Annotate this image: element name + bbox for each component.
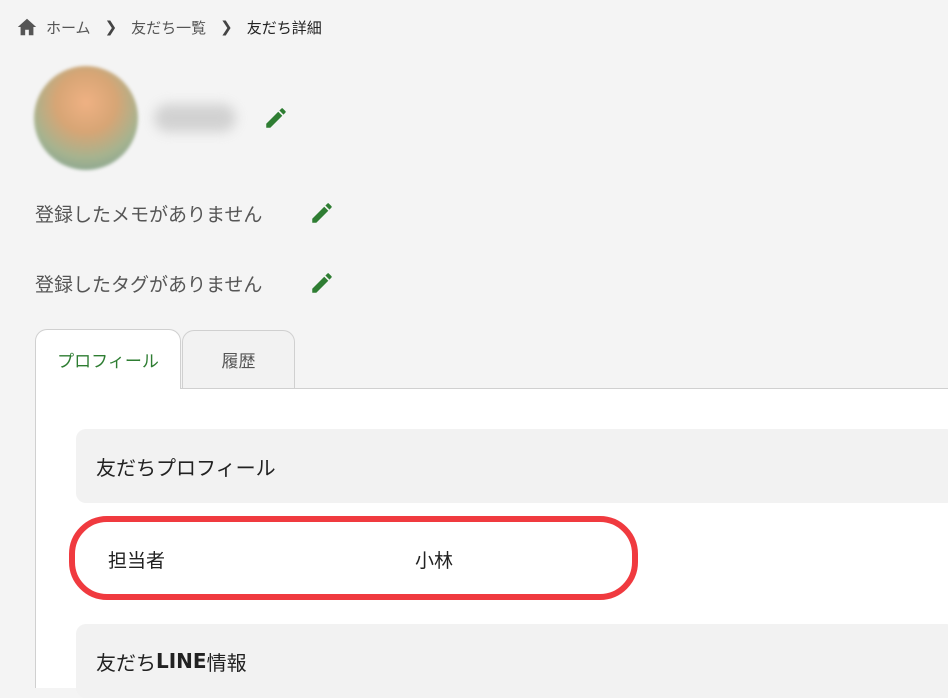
breadcrumb-friends-list[interactable]: 友だち一覧 <box>131 17 206 38</box>
line-info-title-prefix: 友だち <box>96 650 156 675</box>
tab-profile[interactable]: プロフィール <box>35 329 181 389</box>
avatar <box>34 66 138 170</box>
chevron-right-icon: ❯ <box>220 18 233 36</box>
memo-empty-text: 登録したメモがありません <box>35 204 263 226</box>
line-info-title-bold: LINE <box>156 649 207 673</box>
highlight-annotation <box>69 516 638 600</box>
friend-name-blurred <box>154 104 236 132</box>
section-title: 友だちプロフィール <box>96 455 276 480</box>
home-icon[interactable] <box>16 16 38 38</box>
tag-empty-text: 登録したタグがありません <box>35 274 263 296</box>
line-info-title-suffix: 情報 <box>206 650 247 675</box>
breadcrumb-home[interactable]: ホーム <box>46 17 91 38</box>
section-header-friend-profile[interactable]: 友だちプロフィール <box>76 429 948 503</box>
chevron-right-icon: ❯ <box>104 18 118 36</box>
edit-memo-pencil-icon[interactable] <box>309 200 335 226</box>
tab-history[interactable]: 履歴 <box>182 330 295 388</box>
section-header-line-info[interactable]: 友だち LINE 情報 <box>76 624 948 698</box>
edit-tag-pencil-icon[interactable] <box>309 270 335 296</box>
breadcrumb-friend-detail: 友だち詳細 <box>246 18 322 37</box>
edit-name-pencil-icon[interactable] <box>263 105 289 131</box>
breadcrumb: ホーム ❯ 友だち一覧 ❯ 友だち詳細 <box>16 14 322 40</box>
